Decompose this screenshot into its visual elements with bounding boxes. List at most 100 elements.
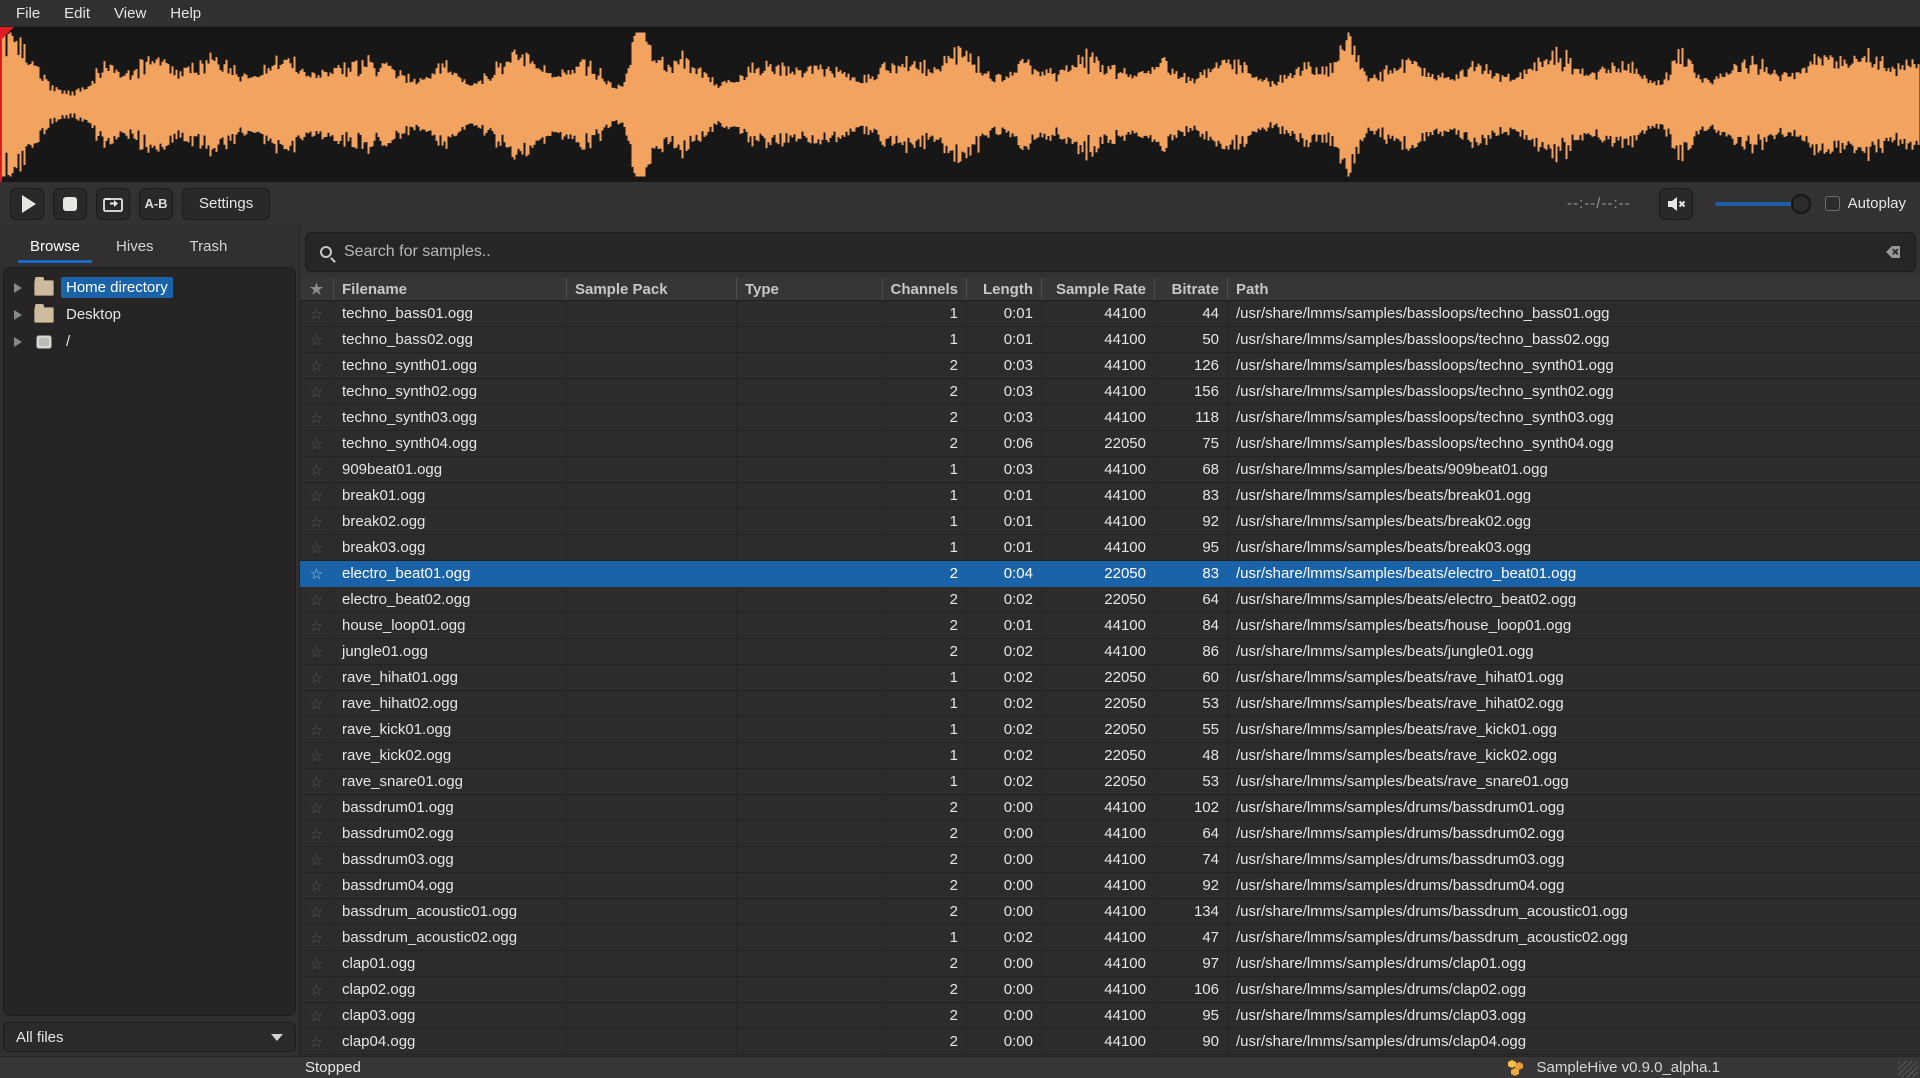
table-row[interactable]: ☆techno_bass02.ogg10:014410050/usr/share… [300,327,1920,353]
favorite-star-icon[interactable]: ☆ [300,405,334,430]
column-header-sample-rate[interactable]: Sample Rate [1042,278,1155,300]
table-row[interactable]: ☆bassdrum03.ogg20:004410074/usr/share/lm… [300,847,1920,873]
favorite-star-icon[interactable]: ☆ [300,535,334,560]
volume-slider[interactable] [1715,194,1811,214]
favorite-star-icon[interactable]: ☆ [300,821,334,846]
table-row[interactable]: ☆clap03.ogg20:004410095/usr/share/lmms/s… [300,1003,1920,1029]
table-row[interactable]: ☆bassdrum01.ogg20:0044100102/usr/share/l… [300,795,1920,821]
favorite-star-icon[interactable]: ☆ [300,561,334,586]
column-header-path[interactable]: Path [1228,278,1920,300]
favorite-star-icon[interactable]: ☆ [300,873,334,898]
tree-item[interactable]: Desktop [4,301,295,328]
favorite-star-icon[interactable]: ☆ [300,977,334,1002]
tree-item[interactable]: Home directory [4,274,295,301]
table-row[interactable]: ☆clap04.ogg20:004410090/usr/share/lmms/s… [300,1029,1920,1055]
expander-icon[interactable] [14,337,22,347]
table-row[interactable]: ☆techno_synth01.ogg20:0344100126/usr/sha… [300,353,1920,379]
favorite-star-icon[interactable]: ☆ [300,925,334,950]
menu-view[interactable]: View [102,3,158,24]
stop-button[interactable] [53,188,87,220]
volume-knob[interactable] [1791,194,1811,214]
column-header-type[interactable]: Type [737,278,883,300]
table-row[interactable]: ☆bassdrum_acoustic01.ogg20:0044100134/us… [300,899,1920,925]
menu-file[interactable]: File [4,3,52,24]
table-row[interactable]: ☆electro_beat02.ogg20:022205064/usr/shar… [300,587,1920,613]
column-header-filename[interactable]: Filename [334,278,567,300]
favorite-star-icon[interactable]: ☆ [300,1003,334,1028]
waveform-viewer[interactable] [0,26,1920,182]
column-header-channels[interactable]: Channels [883,278,967,300]
favorite-star-icon[interactable]: ☆ [300,379,334,404]
tree-item[interactable]: / [4,328,295,355]
table-row[interactable]: ☆bassdrum04.ogg20:004410092/usr/share/lm… [300,873,1920,899]
autoplay-checkbox[interactable] [1825,196,1840,211]
settings-button[interactable]: Settings [182,188,270,220]
menu-help[interactable]: Help [158,3,213,24]
playhead-line[interactable] [0,27,2,182]
mute-button[interactable] [1659,188,1693,220]
favorite-star-icon[interactable]: ☆ [300,457,334,482]
column-header-length[interactable]: Length [967,278,1042,300]
ab-loop-button[interactable]: A-B [139,188,173,220]
expander-icon[interactable] [14,310,22,320]
file-filter-dropdown[interactable]: All files [3,1022,296,1052]
table-row[interactable]: ☆house_loop01.ogg20:014410084/usr/share/… [300,613,1920,639]
table-row[interactable]: ☆rave_hihat01.ogg10:022205060/usr/share/… [300,665,1920,691]
table-row[interactable]: ☆rave_hihat02.ogg10:022205053/usr/share/… [300,691,1920,717]
table-row[interactable]: ☆break01.ogg10:014410083/usr/share/lmms/… [300,483,1920,509]
favorite-star-icon[interactable]: ☆ [300,353,334,378]
favorite-star-icon[interactable]: ☆ [300,691,334,716]
table-row[interactable]: ☆clap01.ogg20:004410097/usr/share/lmms/s… [300,951,1920,977]
favorite-star-icon[interactable]: ☆ [300,769,334,794]
favorite-star-icon[interactable]: ☆ [300,613,334,638]
favorite-star-icon[interactable]: ☆ [300,301,334,326]
table-row[interactable]: ☆techno_synth02.ogg20:0344100156/usr/sha… [300,379,1920,405]
favorite-star-icon[interactable]: ☆ [300,717,334,742]
column-header-sample-pack[interactable]: Sample Pack [567,278,737,300]
search-input[interactable] [344,243,1879,261]
table-row[interactable]: ☆rave_kick01.ogg10:022205055/usr/share/l… [300,717,1920,743]
tab-browse[interactable]: Browse [12,225,98,267]
table-row[interactable]: ☆rave_kick02.ogg10:022205048/usr/share/l… [300,743,1920,769]
favorite-star-icon[interactable]: ☆ [300,899,334,924]
resize-grip[interactable] [1898,1061,1918,1077]
cell-channels: 1 [883,509,967,534]
playhead-marker-icon[interactable] [0,27,14,41]
favorite-star-icon[interactable]: ☆ [300,1029,334,1054]
table-row[interactable]: ☆techno_synth04.ogg20:062205075/usr/shar… [300,431,1920,457]
tab-hives[interactable]: Hives [98,225,172,267]
open-file-button[interactable] [96,188,130,220]
favorite-column-header-icon[interactable]: ★ [300,278,334,300]
table-row[interactable]: ☆techno_bass01.ogg10:014410044/usr/share… [300,301,1920,327]
favorite-star-icon[interactable]: ☆ [300,509,334,534]
table-row[interactable]: ☆jungle01.ogg20:024410086/usr/share/lmms… [300,639,1920,665]
tab-trash[interactable]: Trash [172,225,246,267]
table-row[interactable]: ☆bassdrum_acoustic02.ogg10:024410047/usr… [300,925,1920,951]
search-field[interactable] [305,232,1916,272]
favorite-star-icon[interactable]: ☆ [300,639,334,664]
table-row[interactable]: ☆techno_synth03.ogg20:0344100118/usr/sha… [300,405,1920,431]
favorite-star-icon[interactable]: ☆ [300,951,334,976]
clear-search-icon[interactable] [1879,244,1901,260]
cell-type [737,795,883,820]
play-button[interactable] [10,188,44,220]
table-row[interactable]: ☆break02.ogg10:014410092/usr/share/lmms/… [300,509,1920,535]
column-header-bitrate[interactable]: Bitrate [1155,278,1228,300]
menu-edit[interactable]: Edit [52,3,102,24]
table-row[interactable]: ☆electro_beat01.ogg20:042205083/usr/shar… [300,561,1920,587]
favorite-star-icon[interactable]: ☆ [300,795,334,820]
expander-icon[interactable] [14,283,22,293]
favorite-star-icon[interactable]: ☆ [300,665,334,690]
favorite-star-icon[interactable]: ☆ [300,483,334,508]
favorite-star-icon[interactable]: ☆ [300,431,334,456]
favorite-star-icon[interactable]: ☆ [300,743,334,768]
cell-path: /usr/share/lmms/samples/drums/clap01.ogg [1228,951,1920,976]
table-row[interactable]: ☆clap02.ogg20:0044100106/usr/share/lmms/… [300,977,1920,1003]
table-row[interactable]: ☆909beat01.ogg10:034410068/usr/share/lmm… [300,457,1920,483]
table-row[interactable]: ☆bassdrum02.ogg20:004410064/usr/share/lm… [300,821,1920,847]
favorite-star-icon[interactable]: ☆ [300,587,334,612]
table-row[interactable]: ☆rave_snare01.ogg10:022205053/usr/share/… [300,769,1920,795]
table-row[interactable]: ☆break03.ogg10:014410095/usr/share/lmms/… [300,535,1920,561]
favorite-star-icon[interactable]: ☆ [300,847,334,872]
favorite-star-icon[interactable]: ☆ [300,327,334,352]
